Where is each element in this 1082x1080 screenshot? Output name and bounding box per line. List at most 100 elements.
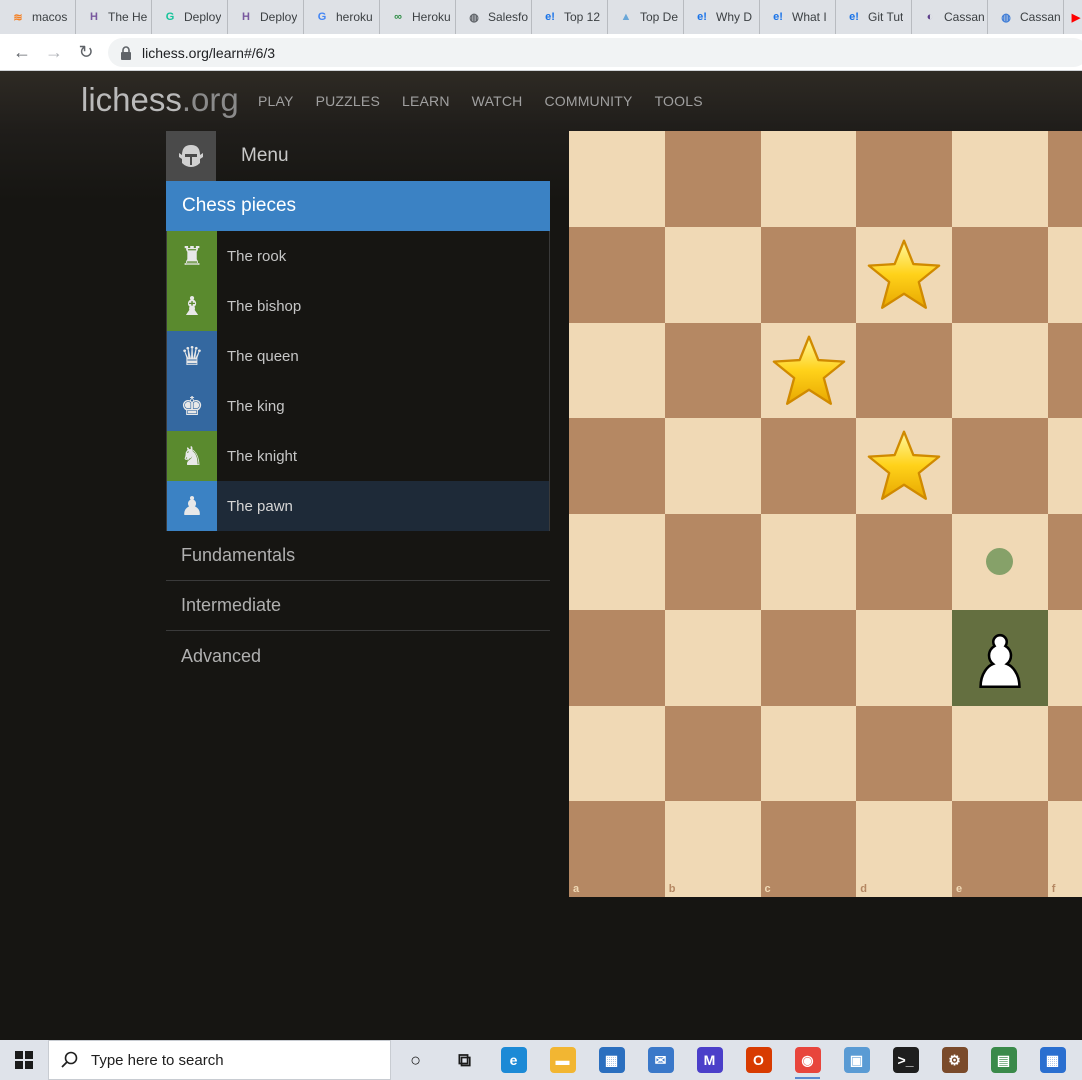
terminal-icon[interactable]: >_ xyxy=(881,1040,930,1080)
browser-tab[interactable]: ◍ Salesfo xyxy=(456,0,532,34)
square-f7[interactable] xyxy=(1047,226,1082,323)
square-a8[interactable] xyxy=(569,131,665,227)
task-view-icon[interactable]: ⧉ xyxy=(440,1040,489,1080)
square-e8[interactable] xyxy=(952,131,1048,227)
square-c3[interactable] xyxy=(760,609,857,706)
square-b2[interactable] xyxy=(664,705,761,802)
browser-tab[interactable]: H Deploy xyxy=(228,0,304,34)
square-d8[interactable] xyxy=(856,131,952,227)
square-b1[interactable]: b xyxy=(664,801,761,897)
square-e4[interactable] xyxy=(952,514,1048,610)
square-b4[interactable] xyxy=(664,514,761,610)
file-explorer-icon[interactable]: ▬ xyxy=(538,1040,587,1080)
office-icon[interactable]: O xyxy=(734,1040,783,1080)
square-d3[interactable] xyxy=(856,609,952,706)
square-a6[interactable] xyxy=(569,322,665,419)
browser-tab[interactable]: e! Git Tut xyxy=(836,0,912,34)
cortana-icon[interactable]: ○ xyxy=(391,1040,440,1080)
square-e1[interactable]: e xyxy=(952,801,1048,897)
square-d5[interactable] xyxy=(856,418,952,514)
square-e6[interactable] xyxy=(952,322,1048,419)
square-e7[interactable] xyxy=(952,226,1048,323)
store-icon[interactable]: ▦ xyxy=(587,1040,636,1080)
browser-tab[interactable]: e! Top 12 xyxy=(532,0,608,34)
settings-app-icon[interactable]: ⚙ xyxy=(930,1040,979,1080)
square-e3[interactable] xyxy=(952,609,1048,706)
square-c7[interactable] xyxy=(760,226,857,323)
category-fundamentals[interactable]: Fundamentals xyxy=(166,531,550,581)
square-b8[interactable] xyxy=(664,131,761,227)
square-f8[interactable] xyxy=(1047,131,1082,227)
square-c2[interactable] xyxy=(760,705,857,802)
url-field[interactable]: lichess.org/learn#/6/3 xyxy=(108,38,1082,67)
square-a5[interactable] xyxy=(569,418,665,514)
back-icon[interactable]: ← xyxy=(6,36,38,68)
nav-tools[interactable]: TOOLS xyxy=(644,91,714,111)
site-logo[interactable]: lichess.org xyxy=(81,81,239,119)
browser-tab[interactable]: ◍ Cassan xyxy=(988,0,1064,34)
square-d1[interactable]: d xyxy=(856,801,952,897)
browser-tab[interactable]: ▶ xyxy=(1064,0,1082,34)
lesson-item[interactable]: ♜ The rook xyxy=(167,231,549,281)
square-a4[interactable] xyxy=(569,514,665,610)
browser-tab[interactable]: ∞ Heroku xyxy=(380,0,456,34)
calendar-icon[interactable]: ▦ xyxy=(1028,1040,1077,1080)
lesson-item[interactable]: ♝ The bishop xyxy=(167,281,549,331)
white-pawn-icon[interactable] xyxy=(962,620,1038,696)
square-b5[interactable] xyxy=(664,418,761,514)
nav-puzzles[interactable]: PUZZLES xyxy=(305,91,391,111)
browser-tab[interactable]: ▲ Top De xyxy=(608,0,684,34)
square-f1[interactable]: f xyxy=(1047,801,1082,897)
square-c8[interactable] xyxy=(760,131,857,227)
square-a7[interactable] xyxy=(569,226,665,323)
square-d6[interactable] xyxy=(856,322,952,419)
square-a1[interactable]: a xyxy=(569,801,665,897)
windows-start-icon[interactable] xyxy=(0,1040,48,1080)
category-chess-pieces[interactable]: Chess pieces xyxy=(166,181,550,231)
nav-community[interactable]: COMMUNITY xyxy=(533,91,643,111)
lesson-item[interactable]: ♞ The knight xyxy=(167,431,549,481)
square-d2[interactable] xyxy=(856,705,952,802)
square-f4[interactable] xyxy=(1047,514,1082,610)
edge-icon[interactable]: e xyxy=(489,1040,538,1080)
square-c6[interactable] xyxy=(760,322,857,419)
square-f6[interactable] xyxy=(1047,322,1082,419)
lesson-item[interactable]: ♚ The king xyxy=(167,381,549,431)
browser-tab[interactable]: ≋ macos xyxy=(0,0,76,34)
square-b3[interactable] xyxy=(664,609,761,706)
browser-tab[interactable]: H The He xyxy=(76,0,152,34)
nav-play[interactable]: PLAY xyxy=(247,91,305,111)
chess-board[interactable]: abcdefgh xyxy=(569,131,1082,897)
forward-icon[interactable]: → xyxy=(38,36,70,68)
square-f2[interactable] xyxy=(1047,705,1082,802)
nav-learn[interactable]: LEARN xyxy=(391,91,461,111)
chrome-icon[interactable]: ◉ xyxy=(783,1040,832,1080)
square-f5[interactable] xyxy=(1047,418,1082,514)
square-a3[interactable] xyxy=(569,609,665,706)
lesson-item[interactable]: ♟ The pawn xyxy=(167,481,549,531)
category-intermediate[interactable]: Intermediate xyxy=(166,581,550,631)
square-e2[interactable] xyxy=(952,705,1048,802)
square-d4[interactable] xyxy=(856,514,952,610)
browser-tab[interactable]: e! Why D xyxy=(684,0,760,34)
mail-icon[interactable]: ✉ xyxy=(636,1040,685,1080)
square-c4[interactable] xyxy=(760,514,857,610)
move-destination-dot[interactable] xyxy=(986,548,1013,575)
square-c1[interactable]: c xyxy=(760,801,857,897)
browser-tab[interactable]: G Deploy xyxy=(152,0,228,34)
taskbar-search-box[interactable]: Type here to search xyxy=(48,1040,391,1080)
square-b7[interactable] xyxy=(664,226,761,323)
chart-app-icon[interactable]: ▤ xyxy=(979,1040,1028,1080)
browser-tab[interactable]: e! What I xyxy=(760,0,836,34)
remote-desktop-icon[interactable]: ▣ xyxy=(832,1040,881,1080)
square-d7[interactable] xyxy=(856,226,952,323)
learn-menu-header[interactable]: Menu xyxy=(166,131,550,181)
app-m-icon[interactable]: M xyxy=(685,1040,734,1080)
reload-icon[interactable]: ↻ xyxy=(70,36,102,68)
browser-tab[interactable]: ◐ Cassan xyxy=(912,0,988,34)
square-c5[interactable] xyxy=(760,418,857,514)
square-a2[interactable] xyxy=(569,705,665,802)
square-b6[interactable] xyxy=(664,322,761,419)
nav-watch[interactable]: WATCH xyxy=(461,91,534,111)
square-e5[interactable] xyxy=(952,418,1048,514)
